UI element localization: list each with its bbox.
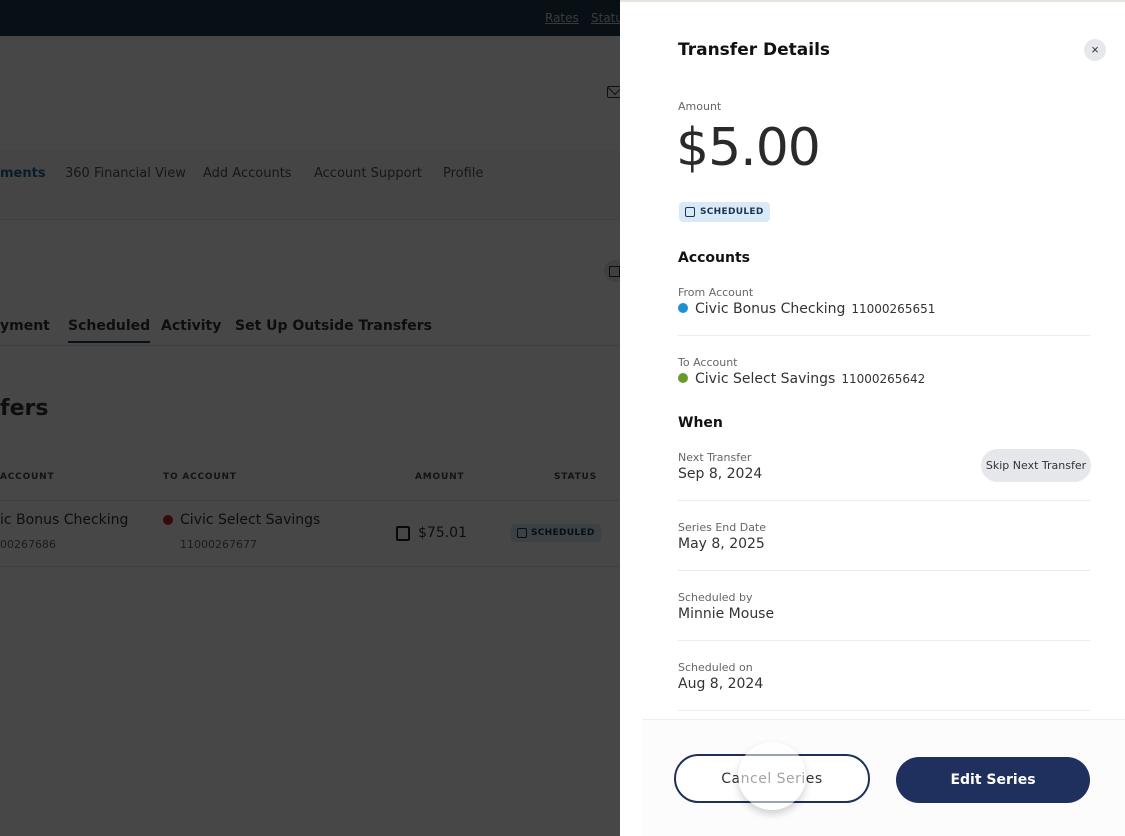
from-account-number: 11000265651 <box>851 302 936 316</box>
status-badge: SCHEDULED <box>679 202 770 222</box>
series-end-label: Series End Date <box>678 521 767 534</box>
account-color-dot <box>678 303 688 313</box>
account-color-dot <box>678 373 688 383</box>
from-account-name: Civic Bonus Checking <box>695 301 846 317</box>
divider <box>678 570 1090 571</box>
from-account-label: From Account <box>678 286 754 299</box>
next-transfer-date: Sep 8, 2024 <box>678 466 763 482</box>
scheduled-on-value: Aug 8, 2024 <box>678 676 764 692</box>
scheduled-by-label: Scheduled by <box>678 591 753 604</box>
amount-label: Amount <box>678 100 722 113</box>
divider <box>678 335 1090 336</box>
when-heading: When <box>678 415 723 431</box>
calendar-icon <box>685 207 695 217</box>
scheduled-by-value: Minnie Mouse <box>678 606 775 622</box>
divider <box>678 640 1090 641</box>
edit-series-button[interactable]: Edit Series <box>896 757 1090 803</box>
skip-next-transfer-button[interactable]: Skip Next Transfer <box>981 449 1091 482</box>
divider <box>678 500 1090 501</box>
transfer-amount: $5.00 <box>676 118 821 178</box>
series-end-date: May 8, 2025 <box>678 536 765 552</box>
close-button[interactable]: × <box>1084 39 1106 61</box>
cancel-series-button[interactable]: Cancel Series <box>674 754 870 803</box>
close-icon: × <box>1091 42 1099 57</box>
to-account: Civic Select Savings 11000265642 <box>678 371 925 387</box>
to-account-number: 11000265642 <box>841 372 926 386</box>
from-account: Civic Bonus Checking 11000265651 <box>678 301 935 317</box>
accounts-heading: Accounts <box>678 250 751 266</box>
status-text: SCHEDULED <box>700 207 764 217</box>
to-account-name: Civic Select Savings <box>695 371 836 387</box>
to-account-label: To Account <box>678 356 738 369</box>
divider <box>678 710 1090 711</box>
next-transfer-label: Next Transfer <box>678 451 752 464</box>
drawer-title: Transfer Details <box>678 40 831 60</box>
scheduled-on-label: Scheduled on <box>678 661 753 674</box>
transfer-details-drawer: Transfer Details × Amount $5.00 SCHEDULE… <box>620 0 1125 836</box>
